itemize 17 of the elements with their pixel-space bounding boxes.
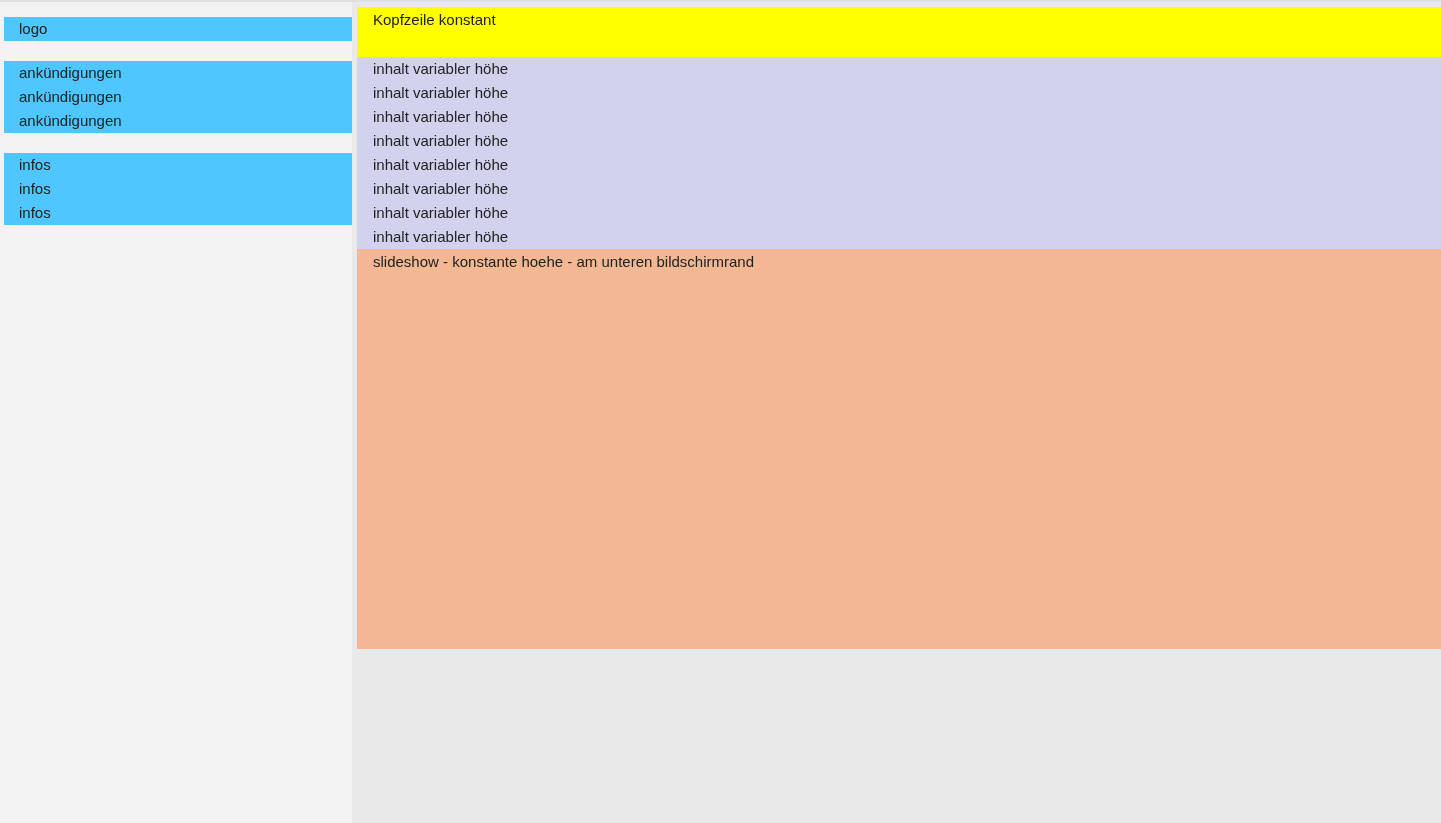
logo-label: logo bbox=[19, 19, 49, 39]
content-line: inhalt variabler höhe bbox=[373, 179, 510, 199]
announcement-label: ankündigungen bbox=[19, 63, 123, 83]
info-label: infos bbox=[19, 179, 52, 199]
content-line: inhalt variabler höhe bbox=[373, 83, 510, 103]
content-line: inhalt variabler höhe bbox=[373, 203, 510, 223]
content-line: inhalt variabler höhe bbox=[373, 227, 510, 247]
content-line: inhalt variabler höhe bbox=[373, 59, 510, 79]
header-title: Kopfzeile konstant bbox=[373, 11, 496, 28]
announcement-label: ankündigungen bbox=[19, 111, 123, 131]
slideshow-label: slideshow - konstante hoehe - am unteren bildschirmrand bbox=[373, 253, 755, 270]
announcement-label: ankündigungen bbox=[19, 87, 123, 107]
content-line: inhalt variabler höhe bbox=[373, 155, 510, 175]
info-label: infos bbox=[19, 155, 52, 175]
content-line: inhalt variabler höhe bbox=[373, 107, 510, 127]
content-line: inhalt variabler höhe bbox=[373, 131, 510, 151]
info-label: infos bbox=[19, 203, 52, 223]
